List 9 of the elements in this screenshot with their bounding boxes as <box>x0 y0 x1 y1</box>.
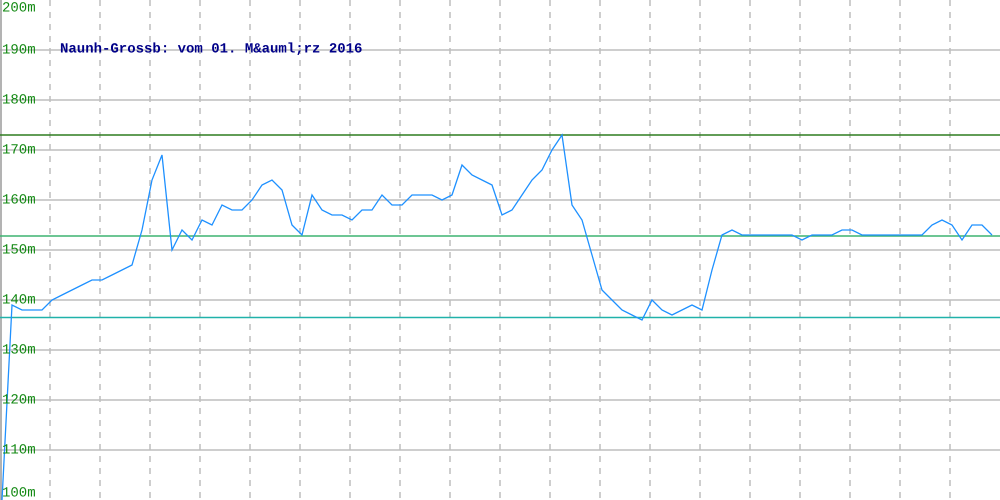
y-tick-label: 160m <box>2 192 36 209</box>
y-tick-label: 100m <box>2 486 36 500</box>
chart-title: Naunh-Grossb: vom 01. M&auml;rz 2016 <box>60 42 362 58</box>
y-tick-label: 150m <box>2 242 36 259</box>
y-tick-label: 170m <box>2 142 36 159</box>
y-tick-label: 180m <box>2 92 36 109</box>
y-tick-label: 140m <box>2 292 36 309</box>
y-tick-label: 200m <box>2 0 36 17</box>
y-tick-label: 190m <box>2 42 36 59</box>
